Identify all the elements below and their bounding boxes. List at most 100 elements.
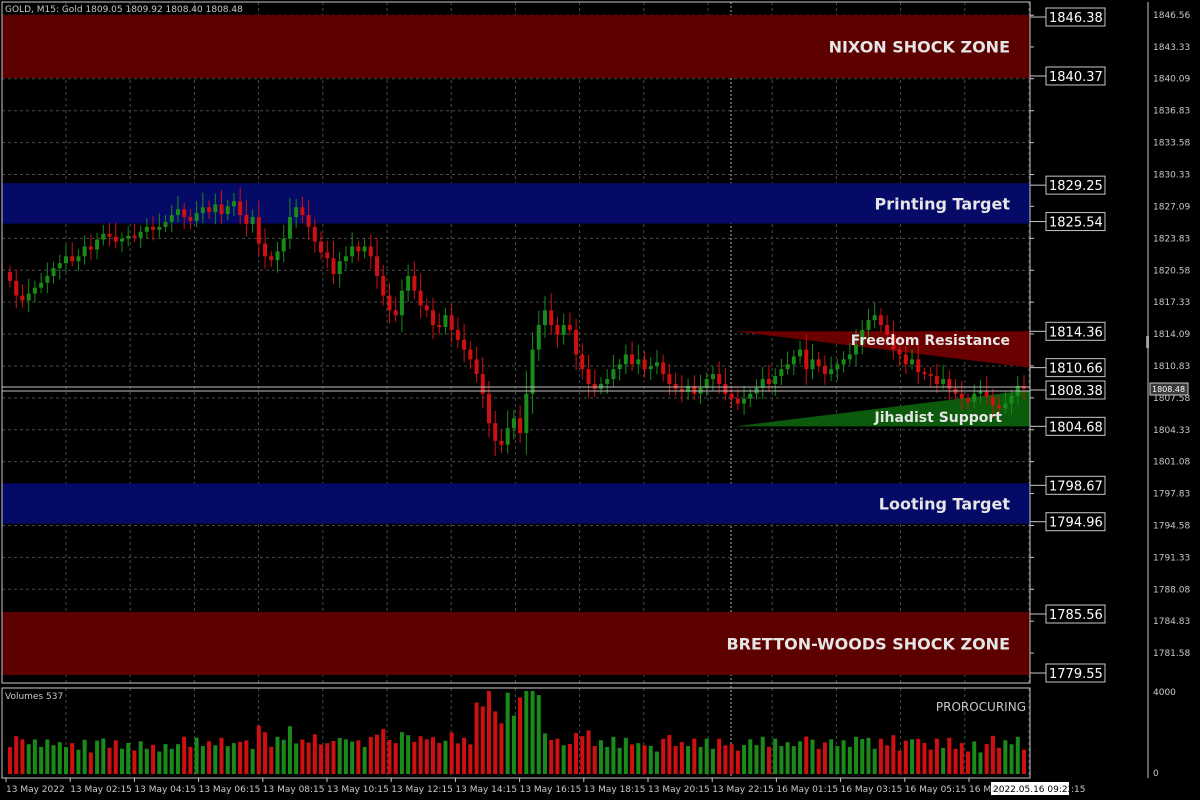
- candle-body: [76, 256, 81, 262]
- candle-body: [437, 325, 442, 327]
- level-box-label: 1779.55: [1049, 667, 1103, 682]
- candle-body: [555, 325, 560, 335]
- price-tick-label: 1820.58: [1153, 266, 1190, 276]
- price-tick-label: 1836.83: [1153, 107, 1190, 117]
- candle-body: [45, 275, 50, 283]
- candle-body: [182, 209, 187, 218]
- candle-body: [499, 440, 504, 445]
- candle-body: [592, 383, 597, 389]
- candle-body: [350, 246, 355, 257]
- zone-name: Looting Target: [879, 495, 1011, 514]
- candle-body: [101, 233, 106, 240]
- time-tick-label: 13 May 16:15: [520, 785, 582, 795]
- candle-body: [51, 268, 56, 276]
- candle-body: [163, 221, 168, 227]
- volume-tick-bottom: 0: [1153, 769, 1159, 779]
- price-tick-label: 1794.58: [1153, 521, 1190, 531]
- candle-body: [735, 398, 740, 404]
- level-box-label: 1798.67: [1049, 479, 1103, 494]
- price-tick-label: 1791.33: [1153, 553, 1190, 563]
- candle-body: [667, 374, 672, 384]
- candle-body: [841, 359, 846, 365]
- candle-body: [487, 393, 492, 424]
- candle-body: [32, 287, 37, 294]
- volumes-title: Volumes 537: [5, 692, 63, 702]
- candle-body: [549, 310, 554, 326]
- price-tick-label: 1843.33: [1153, 43, 1190, 53]
- candle-body: [151, 226, 156, 230]
- candle-body: [785, 364, 790, 370]
- time-tick-label: 13 May 10:15: [327, 785, 389, 795]
- candle-body: [331, 258, 336, 274]
- candle-body: [642, 359, 647, 370]
- candle-body: [39, 282, 44, 288]
- candle-body: [611, 369, 616, 380]
- candle-body: [984, 390, 989, 397]
- candle-body: [623, 354, 628, 365]
- candle-body: [598, 383, 603, 389]
- candle-body: [455, 329, 460, 340]
- price-tick-label: 1833.58: [1153, 139, 1190, 149]
- level-box-label: 1825.54: [1049, 216, 1103, 231]
- candle-body: [903, 354, 908, 365]
- zone-name: BRETTON-WOODS SHOCK ZONE: [726, 635, 1010, 654]
- candle-body: [312, 226, 317, 242]
- candle-body: [256, 217, 261, 244]
- candle-body: [57, 263, 62, 269]
- price-tick-label: 1814.09: [1153, 330, 1190, 340]
- candle-body: [88, 246, 93, 250]
- candle-body: [742, 398, 747, 404]
- candle-body: [990, 396, 995, 406]
- candle-body: [119, 238, 124, 242]
- candle-body: [729, 393, 734, 399]
- candle-body: [306, 215, 311, 227]
- level-box-label: 1840.37: [1049, 70, 1103, 85]
- candle-body: [791, 356, 796, 365]
- candle-body: [356, 246, 361, 252]
- time-tick-label: 13 May 18:15: [584, 785, 646, 795]
- price-tick-label: 1810.83: [1153, 362, 1190, 372]
- candle-body: [897, 349, 902, 355]
- candle-body: [493, 423, 498, 441]
- candle-body: [630, 354, 635, 365]
- candle-body: [238, 201, 243, 216]
- price-chart[interactable]: GOLD, M15: Gold 1809.05 1809.92 1808.40 …: [0, 0, 1200, 800]
- jihadist-support-label: Jihadist Support: [874, 410, 1003, 426]
- candle-body: [113, 236, 118, 242]
- candle-body: [375, 256, 380, 276]
- level-box-label: 1829.25: [1049, 179, 1103, 194]
- candle-body: [462, 339, 467, 350]
- price-tick-label: 1784.83: [1153, 617, 1190, 627]
- candle-body: [157, 226, 162, 230]
- level-box-label: 1808.38: [1049, 384, 1103, 399]
- candle-body: [567, 325, 572, 330]
- candle-body: [748, 393, 753, 399]
- candle-body: [263, 243, 268, 257]
- candle-body: [406, 275, 411, 291]
- candle-body: [287, 217, 292, 239]
- candle-body: [561, 325, 566, 335]
- candle-body: [542, 310, 547, 326]
- time-tick-label: 13 May 14:15: [455, 785, 517, 795]
- candle-body: [337, 261, 342, 274]
- candle-body: [518, 418, 523, 433]
- candle-body: [928, 374, 933, 377]
- candle-body: [910, 359, 915, 365]
- candle-body: [368, 246, 373, 257]
- zone-name: NIXON SHOCK ZONE: [829, 37, 1010, 56]
- candle-body: [574, 329, 579, 355]
- time-tick-label: 13 May 22:15: [712, 785, 774, 795]
- candle-body: [972, 393, 977, 402]
- candle-body: [213, 204, 218, 213]
- candle-body: [916, 359, 921, 373]
- candle-body: [1009, 395, 1014, 404]
- time-tick-label: 16 May 03:15: [841, 785, 903, 795]
- time-tick-label: 13 May 02:15: [70, 785, 132, 795]
- candle-body: [207, 207, 212, 213]
- candle-body: [387, 295, 392, 311]
- level-box-label: 1794.96: [1049, 516, 1103, 531]
- candle-body: [723, 383, 728, 394]
- candle-body: [275, 251, 280, 261]
- candle-body: [381, 275, 386, 296]
- time-tick-label: 13 May 04:15: [134, 785, 196, 795]
